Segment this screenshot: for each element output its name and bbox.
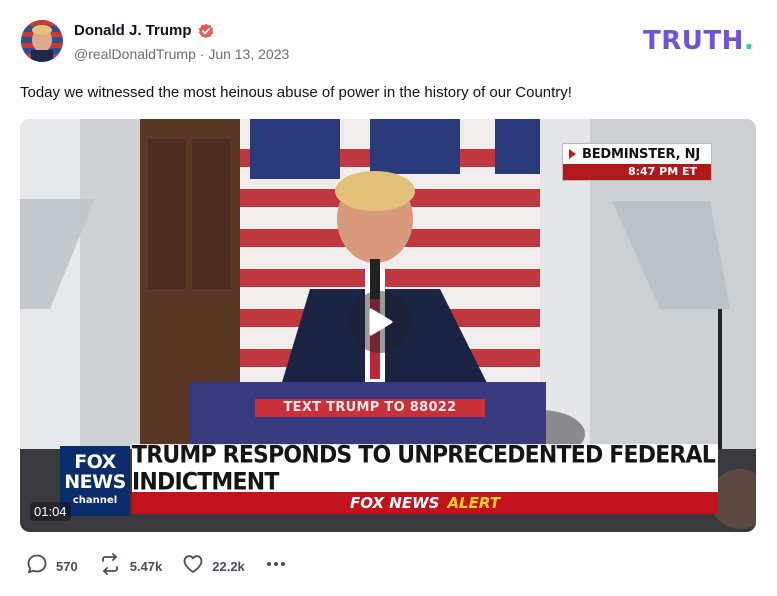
video-player[interactable]: BEDMINSTER, NJ 8:47 PM ET TEXT TRUMP TO … bbox=[20, 119, 756, 532]
post-date[interactable]: Jun 13, 2023 bbox=[208, 46, 289, 62]
post-text: Today we witnessed the most heinous abus… bbox=[20, 84, 572, 101]
podium-text: TEXT TRUMP TO 88022 bbox=[255, 399, 485, 417]
comment-icon bbox=[26, 553, 48, 580]
verified-badge-icon bbox=[198, 23, 214, 39]
news-lower-third: FOX NEWS channel TRUMP RESPONDS TO UNPRE… bbox=[60, 442, 718, 516]
news-alert-bar: FOX NEWS ALERT bbox=[132, 492, 718, 514]
play-icon bbox=[369, 308, 393, 336]
truth-post-card: Donald J. Trump @realDonaldTrump · Jun 1… bbox=[0, 0, 777, 596]
alert-word: ALERT bbox=[447, 494, 500, 512]
truth-logo[interactable]: TRUTH. bbox=[643, 28, 754, 54]
reply-count: 570 bbox=[56, 559, 78, 574]
like-count: 22.2k bbox=[212, 559, 245, 574]
brand-name: TRUTH bbox=[643, 26, 744, 56]
play-triangle-icon bbox=[569, 149, 576, 159]
more-options-button[interactable] bbox=[265, 553, 287, 580]
brand-dot: . bbox=[743, 26, 755, 56]
location-chyron: BEDMINSTER, NJ 8:47 PM ET bbox=[562, 143, 712, 181]
author-handle[interactable]: @realDonaldTrump bbox=[74, 46, 196, 62]
retruth-icon bbox=[98, 553, 122, 580]
handle-row: @realDonaldTrump · Jun 13, 2023 bbox=[74, 46, 289, 62]
location-text: BEDMINSTER, NJ bbox=[582, 146, 700, 162]
retruth-button[interactable]: 5.47k bbox=[98, 553, 163, 580]
post-actions: 570 5.47k 22.2k bbox=[26, 553, 307, 580]
channel-logo-line1: FOX bbox=[74, 451, 116, 473]
video-duration: 01:04 bbox=[30, 502, 71, 521]
avatar[interactable] bbox=[21, 20, 63, 62]
retruth-count: 5.47k bbox=[129, 559, 163, 574]
channel-logo-line2: NEWS bbox=[64, 471, 126, 493]
news-headline: TRUMP RESPONDS TO UNPRECEDENTED FEDERAL … bbox=[132, 442, 718, 496]
meta-separator: · bbox=[199, 46, 205, 62]
author-name[interactable]: Donald J. Trump bbox=[74, 22, 192, 39]
more-icon bbox=[265, 553, 287, 580]
play-button[interactable] bbox=[349, 291, 411, 353]
reply-button[interactable]: 570 bbox=[26, 553, 78, 580]
heart-icon bbox=[182, 553, 204, 580]
like-button[interactable]: 22.2k bbox=[182, 553, 245, 580]
location-time: 8:47 PM ET bbox=[563, 164, 711, 180]
alert-brand: FOX NEWS bbox=[350, 494, 440, 512]
author-row: Donald J. Trump bbox=[74, 22, 214, 39]
